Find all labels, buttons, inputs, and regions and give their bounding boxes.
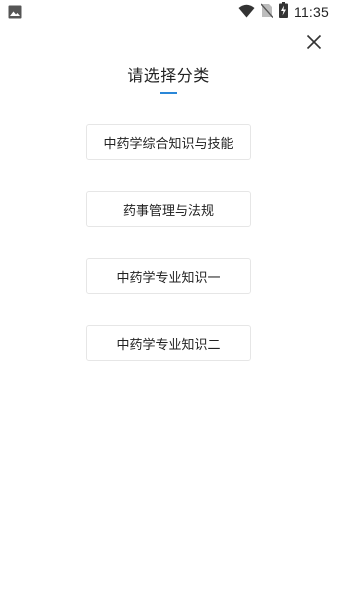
image-icon bbox=[8, 4, 22, 19]
title-underline bbox=[160, 92, 177, 94]
category-label: 中药学综合知识与技能 bbox=[103, 136, 234, 152]
battery-charging-icon bbox=[279, 2, 288, 22]
status-time: 11:35 bbox=[294, 4, 329, 20]
no-sim-icon bbox=[260, 3, 274, 22]
status-icons: 11:35 bbox=[238, 2, 329, 22]
category-button-1[interactable]: 中药学综合知识与技能 bbox=[86, 124, 251, 160]
close-button[interactable] bbox=[300, 30, 328, 58]
category-label: 药事管理与法规 bbox=[122, 203, 214, 219]
category-button-4[interactable]: 中药学专业知识二 bbox=[86, 325, 251, 361]
category-button-3[interactable]: 中药学专业知识一 bbox=[86, 258, 251, 294]
wifi-icon bbox=[238, 3, 255, 22]
close-icon bbox=[306, 34, 322, 54]
category-button-2[interactable]: 药事管理与法规 bbox=[86, 191, 251, 227]
category-label: 中药学专业知识一 bbox=[116, 270, 221, 286]
status-bar: 11:35 bbox=[0, 0, 337, 24]
page-title: 请选择分类 bbox=[127, 66, 210, 85]
category-label: 中药学专业知识二 bbox=[116, 337, 221, 353]
category-list: 中药学综合知识与技能 药事管理与法规 中药学专业知识一 中药学专业知识二 bbox=[86, 124, 251, 392]
